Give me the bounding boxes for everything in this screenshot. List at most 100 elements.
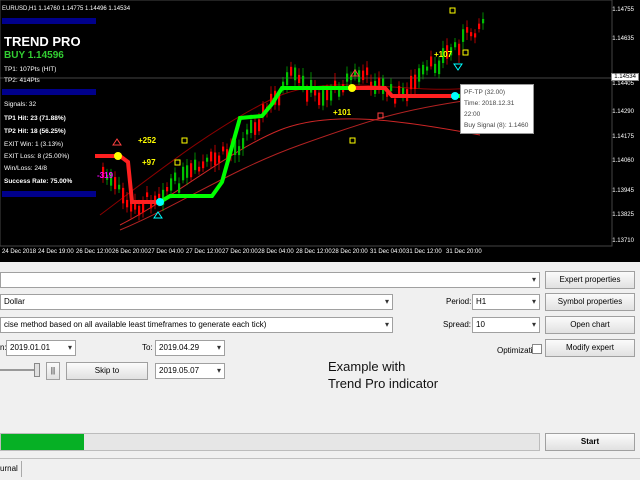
status-bar: urnal: [0, 458, 640, 480]
candle-body: [126, 199, 129, 208]
x-tick-label: 28 Dec 04:00: [258, 249, 294, 255]
speed-slider-handle[interactable]: [34, 363, 40, 377]
candle-body: [430, 56, 433, 67]
candle-body: [246, 129, 249, 135]
tooltip-line: Buy Signal (8): 1.1460: [464, 122, 529, 129]
candle-body: [426, 66, 429, 71]
signal-dot: [114, 152, 122, 160]
optimization-checkbox[interactable]: [532, 344, 542, 354]
skip-to-button[interactable]: Skip to: [66, 362, 148, 380]
candle-body: [214, 152, 217, 166]
skip-date-field[interactable]: 2019.05.07: [155, 363, 225, 379]
target-marker: [174, 159, 181, 166]
candle-body: [390, 84, 393, 92]
x-tick-label: 24 Dec 2018: [2, 249, 37, 255]
period-label: Period:: [446, 297, 472, 306]
candle-body: [470, 32, 473, 37]
candle-body: [198, 166, 201, 172]
chart-symbol-title: EURUSD,H1 1.14760 1.14775 1.14496 1.1453…: [2, 6, 131, 12]
candle-body: [438, 60, 441, 75]
signal-dot: [451, 92, 459, 100]
chart-tooltip: PF-TP (32.00) Time: 2018.12.31 22:00 Buy…: [460, 84, 534, 134]
y-tick-label: 1.14635: [612, 36, 634, 42]
candle-body: [434, 63, 437, 73]
signals-count: Signals: 32: [4, 101, 37, 108]
modify-expert-button[interactable]: Modify expert: [545, 339, 635, 357]
buy-arrow: [153, 211, 163, 219]
candle-body: [114, 177, 117, 190]
tp1-hit-stat: TP1 Hit: 23 (71.88%): [4, 115, 66, 122]
x-tick-label: 31 Dec 04:00: [370, 249, 406, 255]
pause-button[interactable]: ||: [46, 362, 60, 380]
ma-slow: [119, 99, 471, 231]
model-select[interactable]: cise method based on all available least…: [0, 317, 393, 333]
candle-body: [294, 67, 297, 81]
speed-slider-track[interactable]: [0, 369, 38, 371]
price-chart[interactable]: EURUSD,H1 1.14760 1.14775 1.14496 1.1453…: [0, 0, 640, 262]
candle-body: [478, 23, 481, 30]
panel-divider: [2, 18, 96, 24]
tab-journal[interactable]: urnal: [0, 461, 22, 477]
x-tick-label: 31 Dec 20:00: [446, 249, 482, 255]
current-price-box: 1.14534: [611, 73, 639, 81]
candle-body: [174, 172, 177, 181]
candle-body: [458, 43, 461, 56]
candle-body: [242, 138, 245, 149]
tooltip-line: Time: 2018.12.31 22:00: [464, 100, 515, 118]
test-progress-bar: [0, 433, 540, 451]
panel-divider: [2, 89, 96, 95]
candle-body: [466, 27, 469, 33]
symbol-properties-button[interactable]: Symbol properties: [545, 293, 635, 311]
tp2-hit-stat: TP2 Hit: 18 (56.25%): [4, 128, 66, 135]
y-tick-label: 1.14755: [612, 7, 634, 13]
from-date-field[interactable]: 2019.01.01: [6, 340, 76, 356]
candle-body: [138, 205, 141, 216]
tp2-text: TP2: 414Pts: [4, 77, 40, 84]
x-tick-label: 27 Dec 12:00: [186, 249, 222, 255]
signal-dot: [156, 198, 164, 206]
candle-body: [398, 85, 401, 94]
candle-body: [414, 74, 417, 90]
spread-select[interactable]: 10: [472, 317, 540, 333]
target-marker: [349, 137, 356, 144]
caption-line: Example with: [328, 359, 406, 374]
candle-body: [122, 187, 125, 204]
sell-arrow: [112, 138, 122, 146]
target-marker: [181, 137, 188, 144]
candle-body: [210, 151, 213, 162]
win-loss-stat: Win/Loss: 24/8: [4, 165, 47, 172]
to-date-field[interactable]: 2019.04.29: [155, 340, 225, 356]
candle-body: [302, 75, 305, 88]
x-tick-label: 31 Dec 12:00: [406, 249, 442, 255]
candle-body: [250, 119, 253, 133]
y-tick-label: 1.14060: [612, 158, 634, 164]
symbol-select[interactable]: Dollar: [0, 294, 393, 310]
candle-body: [118, 184, 121, 190]
expert-select[interactable]: [0, 272, 540, 288]
candle-body: [186, 165, 189, 178]
x-tick-label: 27 Dec 04:00: [148, 249, 184, 255]
buy-arrow: [453, 63, 463, 71]
candle-body: [462, 29, 465, 42]
exit-loss-stat: EXIT Loss: 8 (25.00%): [4, 153, 70, 160]
candle-body: [322, 90, 325, 106]
x-tick-label: 26 Dec 12:00: [76, 249, 112, 255]
profit-label: +252: [138, 136, 157, 145]
start-button[interactable]: Start: [545, 433, 635, 451]
candle-body: [290, 66, 293, 76]
signal-text: BUY 1.14596: [4, 50, 64, 61]
x-tick-label: 28 Dec 20:00: [332, 249, 368, 255]
period-select[interactable]: H1: [472, 294, 540, 310]
expert-properties-button[interactable]: Expert properties: [545, 271, 635, 289]
signal-dot: [348, 84, 356, 92]
x-tick-label: 28 Dec 12:00: [296, 249, 332, 255]
y-tick-label: 1.14290: [612, 109, 634, 115]
candle-body: [482, 18, 485, 24]
candle-body: [474, 33, 477, 38]
candle-body: [326, 89, 329, 101]
candle-body: [222, 146, 225, 152]
candle-body: [206, 157, 209, 162]
candle-body: [182, 166, 185, 181]
spread-label: Spread:: [443, 320, 472, 329]
open-chart-button[interactable]: Open chart: [545, 316, 635, 334]
